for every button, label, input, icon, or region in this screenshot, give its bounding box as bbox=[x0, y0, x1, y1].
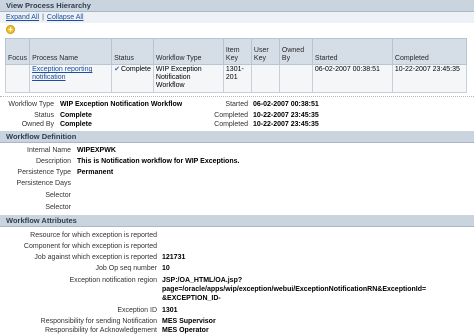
attr-label-component: Component for which exception is reporte… bbox=[23, 243, 157, 250]
description-label: Description bbox=[35, 158, 71, 165]
attr-label-resource: Resource for which exception is reported bbox=[30, 232, 157, 239]
selector-label: Selector bbox=[45, 192, 71, 199]
status-value: Complete bbox=[59, 112, 92, 119]
divider bbox=[0, 96, 474, 97]
summary-completed-2: Completed 10-22-2007 23:45:35 bbox=[200, 120, 319, 129]
summary-status: Status Complete bbox=[4, 111, 92, 120]
workflow-type-label: Workflow Type bbox=[8, 101, 54, 108]
attr-value-resp-ack: MES Operator bbox=[162, 327, 209, 334]
owned-by-label: Owned By bbox=[21, 121, 54, 128]
status-label: Status bbox=[34, 112, 54, 119]
summary-completed: Completed 10-22-2007 23:45:35 bbox=[200, 111, 319, 120]
started-label: Started bbox=[225, 101, 248, 108]
attr-value-op-seq: 10 bbox=[162, 265, 170, 272]
persistence-days-label: Persistence Days bbox=[16, 180, 71, 187]
col-focus: Focus bbox=[4, 38, 31, 65]
internal-name-label: Internal Name bbox=[27, 147, 71, 154]
col-started: Started bbox=[311, 38, 393, 65]
item-key-cell: 1301-201 bbox=[222, 64, 252, 93]
attr-label-exception-id: Exception ID bbox=[117, 307, 157, 314]
owned-by-cell bbox=[278, 64, 313, 93]
attr-label-resp-ack: Responsibility for Acknowledgement bbox=[44, 327, 157, 334]
completed-label: Completed bbox=[214, 112, 248, 119]
process-name-link[interactable]: Exception reporting notification bbox=[29, 64, 113, 93]
attr-value-resp-notification: MES Supervisor bbox=[162, 318, 216, 325]
completed-cell: 10-22-2007 23:45:35 bbox=[391, 64, 468, 93]
workflow-attributes-header: Workflow Attributes bbox=[0, 215, 474, 227]
col-status: Status bbox=[111, 38, 154, 65]
started-value: 06-02-2007 00:38:51 bbox=[252, 101, 319, 108]
workflow-type-value: WIP Exception Notification Workflow bbox=[59, 101, 183, 108]
process-hierarchy-header: View Process Hierarchy bbox=[0, 0, 474, 12]
description-value: This is Notification workflow for WIP Ex… bbox=[77, 158, 240, 165]
col-process-name: Process Name bbox=[29, 38, 113, 65]
selector2-label: Selector bbox=[45, 204, 71, 211]
attr-value-job: 121731 bbox=[162, 254, 186, 261]
col-item-key: Item Key bbox=[222, 38, 252, 65]
attr-value-exception-id: 1301 bbox=[162, 307, 178, 314]
table-header-row: Focus Process Name Status Workflow Type … bbox=[4, 38, 468, 65]
completed-value: 10-22-2007 23:45:35 bbox=[252, 112, 319, 119]
persistence-type-value: Permanent bbox=[77, 169, 114, 176]
focus-cell[interactable] bbox=[4, 64, 31, 93]
attr-value-region-line2: page=/oracle/apps/wip/exception/webui/Ex… bbox=[162, 286, 427, 293]
status-cell: ✔Complete bbox=[111, 64, 154, 93]
persistence-type-label: Persistence Type bbox=[17, 169, 71, 176]
completed2-value: 10-22-2007 23:45:35 bbox=[252, 121, 319, 128]
add-icon[interactable]: + bbox=[6, 25, 15, 34]
attr-label-region: Exception notification region bbox=[69, 277, 157, 284]
col-user-key: User Key bbox=[250, 38, 280, 65]
expand-collapse-bar: Expand All | Collapse All bbox=[0, 12, 474, 23]
attr-label-op-seq: Job Op seq number bbox=[95, 265, 157, 272]
attr-value-region: JSP:/OA_HTML/OA.jsp? bbox=[162, 277, 243, 284]
attr-value-region-line3: &EXCEPTION_ID- bbox=[162, 295, 221, 302]
link-separator: | bbox=[42, 14, 44, 21]
table-row: Exception reporting notification ✔Comple… bbox=[4, 64, 468, 93]
completed2-label: Completed bbox=[214, 121, 248, 128]
workflow-definition-header: Workflow Definition bbox=[0, 131, 474, 143]
owned-by-value: Complete bbox=[59, 121, 92, 128]
col-completed: Completed bbox=[391, 38, 468, 65]
user-key-cell bbox=[250, 64, 280, 93]
col-workflow-type: Workflow Type bbox=[152, 38, 224, 65]
attr-label-job: Job against which exception is reported bbox=[34, 254, 157, 261]
col-owned-by: Owned By bbox=[278, 38, 313, 65]
toolbar-icons: + bbox=[6, 25, 15, 36]
summary-workflow-type: Workflow Type WIP Exception Notification… bbox=[4, 100, 182, 109]
started-cell: 06-02-2007 00:38:51 bbox=[311, 64, 393, 93]
summary-owned-by: Owned By Complete bbox=[4, 120, 92, 129]
process-hierarchy-table: Focus Process Name Status Workflow Type … bbox=[4, 38, 468, 93]
workflow-type-cell: WIP Exception Notification Workflow bbox=[152, 64, 224, 93]
status-value: Complete bbox=[120, 66, 151, 73]
collapse-all-link[interactable]: Collapse All bbox=[47, 14, 84, 21]
check-icon: ✔ bbox=[114, 66, 120, 73]
attr-label-resp-notification: Responsibility for sending Notification bbox=[40, 318, 157, 325]
internal-name-value: WIPEXPWK bbox=[77, 147, 116, 154]
expand-all-link[interactable]: Expand All bbox=[6, 14, 39, 21]
summary-started: Started 06-02-2007 00:38:51 bbox=[200, 100, 319, 109]
